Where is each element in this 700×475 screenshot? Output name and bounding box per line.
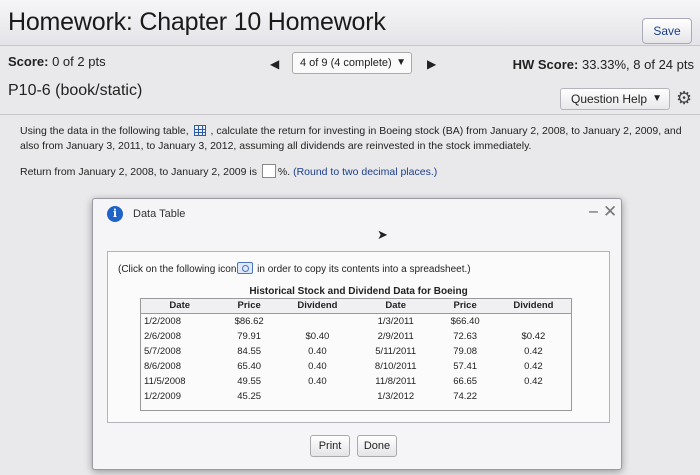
copy-note-end: in order to copy its contents into a spr… — [257, 264, 471, 275]
problem-id: P10-6 (book/static) — [8, 82, 143, 99]
top-bar: Homework: Chapter 10 Homework Save — [0, 0, 700, 46]
hw-score-label: HW Score: — [512, 57, 579, 72]
table-row: 2/6/2008 79.91 $0.40 2/9/2011 72.63 $0.4… — [140, 329, 572, 344]
data-table-icon[interactable] — [193, 125, 206, 136]
table-cell: 8/10/2011 — [374, 361, 417, 372]
return-question: Return from January 2, 2008, to January … — [20, 164, 437, 178]
table-cell: 1/2/2009 — [144, 391, 181, 402]
table-cell: $66.40 — [450, 316, 480, 327]
table-cell: $0.42 — [521, 331, 546, 342]
table-cell: 11/5/2008 — [144, 376, 186, 387]
table-cell: 66.65 — [453, 376, 478, 387]
table-cell: 79.91 — [237, 331, 262, 342]
table-cell: 0.40 — [308, 361, 327, 372]
stock-data-table: Date Price Dividend Date Price Dividend … — [140, 298, 572, 404]
table-row: 8/6/2008 65.40 0.40 8/10/2011 57.41 0.42 — [140, 359, 572, 374]
question-help-label: Question Help — [571, 92, 648, 106]
table-cell: $0.40 — [305, 331, 330, 342]
done-button[interactable]: Done — [357, 435, 397, 457]
table-cell: $86.62 — [234, 316, 264, 327]
mouse-cursor-icon: ➤ — [377, 227, 388, 242]
data-table-dialog: i Data Table – ✕ ➤ (Click on the followi… — [92, 198, 622, 470]
table-cell: 65.40 — [237, 361, 262, 372]
table-row: 11/5/2008 49.55 0.40 11/8/2011 66.65 0.4… — [140, 374, 572, 389]
table-cell: 45.25 — [237, 391, 262, 402]
table-row: 5/7/2008 84.55 0.40 5/11/2011 79.08 0.42 — [140, 344, 572, 359]
info-icon: i — [107, 206, 123, 222]
table-cell: 1/3/2011 — [377, 316, 414, 327]
table-cell: 8/6/2008 — [144, 361, 181, 372]
table-caption: Historical Stock and Dividend Data for B… — [249, 286, 468, 297]
col-header-date-2011: Date — [355, 298, 436, 314]
question-progress: 4 of 9 (4 complete) — [300, 57, 392, 69]
table-cell: 5/11/2011 — [375, 346, 417, 357]
data-table-frame: (Click on the following icon in order to… — [107, 251, 610, 423]
table-cell: 0.42 — [524, 361, 543, 372]
copy-to-spreadsheet-icon[interactable] — [237, 262, 254, 274]
problem-instructions: Using the data in the following table, ,… — [20, 124, 690, 154]
table-cell: 1/3/2012 — [377, 391, 415, 402]
table-cell: 57.41 — [453, 361, 478, 372]
table-cell: 2/9/2011 — [377, 331, 414, 342]
score-label: Score: — [8, 54, 49, 69]
gear-icon[interactable]: ⚙ — [676, 88, 692, 109]
table-cell: 0.40 — [308, 376, 327, 387]
hw-score-display: HW Score: 33.33%, 8 of 24 pts — [513, 57, 694, 72]
table-cell: 74.22 — [453, 391, 478, 402]
table-cell — [279, 314, 356, 330]
table-cell — [495, 389, 572, 404]
table-cell — [495, 314, 572, 330]
table-cell: 0.40 — [308, 346, 327, 357]
chevron-down-icon: ▼ — [396, 57, 406, 68]
copy-note-start: (Click on the following icon — [118, 264, 237, 275]
dialog-title: Data Table — [133, 208, 186, 220]
table-cell: 79.08 — [453, 346, 478, 357]
table-cell: 0.42 — [524, 376, 543, 387]
divider — [0, 114, 700, 115]
return-prompt: Return from January 2, 2008, to January … — [20, 166, 257, 178]
table-cell: 1/2/2008 — [144, 316, 181, 327]
table-cell: 84.55 — [237, 346, 262, 357]
table-cell: 5/7/2008 — [144, 346, 181, 357]
col-header-dividend-2008: Dividend — [278, 298, 356, 314]
table-row: 1/2/2008 $86.62 1/3/2011 $66.40 — [140, 314, 572, 330]
table-cell — [279, 389, 356, 404]
instruction-text-start: Using the data in the following table, — [20, 125, 189, 137]
hw-score-value: 33.33%, 8 of 24 pts — [581, 57, 694, 72]
score-value: 0 of 2 pts — [52, 54, 106, 69]
table-cell: 11/8/2011 — [375, 376, 417, 387]
table-row: 1/2/2009 45.25 1/3/2012 74.22 — [140, 389, 572, 404]
homework-title: Homework: Chapter 10 Homework — [8, 8, 386, 36]
print-button[interactable]: Print — [310, 435, 350, 457]
percent-sign: %. — [277, 166, 291, 178]
col-header-price-2008: Price — [219, 298, 279, 314]
minimize-icon[interactable]: – — [589, 203, 598, 221]
col-header-date-2008: Date — [140, 298, 220, 314]
chevron-down-icon: ▼ — [652, 93, 662, 104]
return-answer-input[interactable] — [261, 164, 276, 178]
save-button[interactable]: Save — [642, 18, 692, 44]
col-header-price-2011: Price — [435, 298, 495, 314]
copy-instruction: (Click on the following icon in order to… — [118, 262, 471, 275]
previous-question-icon[interactable]: ◀ — [270, 57, 279, 71]
next-question-icon[interactable]: ▶ — [427, 57, 436, 71]
dialog-header: i Data Table – ✕ — [93, 199, 621, 229]
round-hint: (Round to two decimal places.) — [293, 166, 438, 178]
col-header-dividend-2011: Dividend — [494, 298, 572, 314]
question-selector[interactable]: 4 of 9 (4 complete) ▼ — [292, 52, 412, 74]
table-cell: 2/6/2008 — [144, 331, 181, 342]
table-header-row: Date Price Dividend Date Price Dividend — [140, 298, 572, 314]
table-cell: 72.63 — [453, 331, 478, 342]
question-help-button[interactable]: Question Help ▼ — [560, 88, 670, 110]
score-display: Score: 0 of 2 pts — [8, 54, 106, 69]
table-cell: 0.42 — [524, 346, 543, 357]
table-cell: 49.55 — [237, 376, 262, 387]
close-icon[interactable]: ✕ — [603, 202, 617, 222]
